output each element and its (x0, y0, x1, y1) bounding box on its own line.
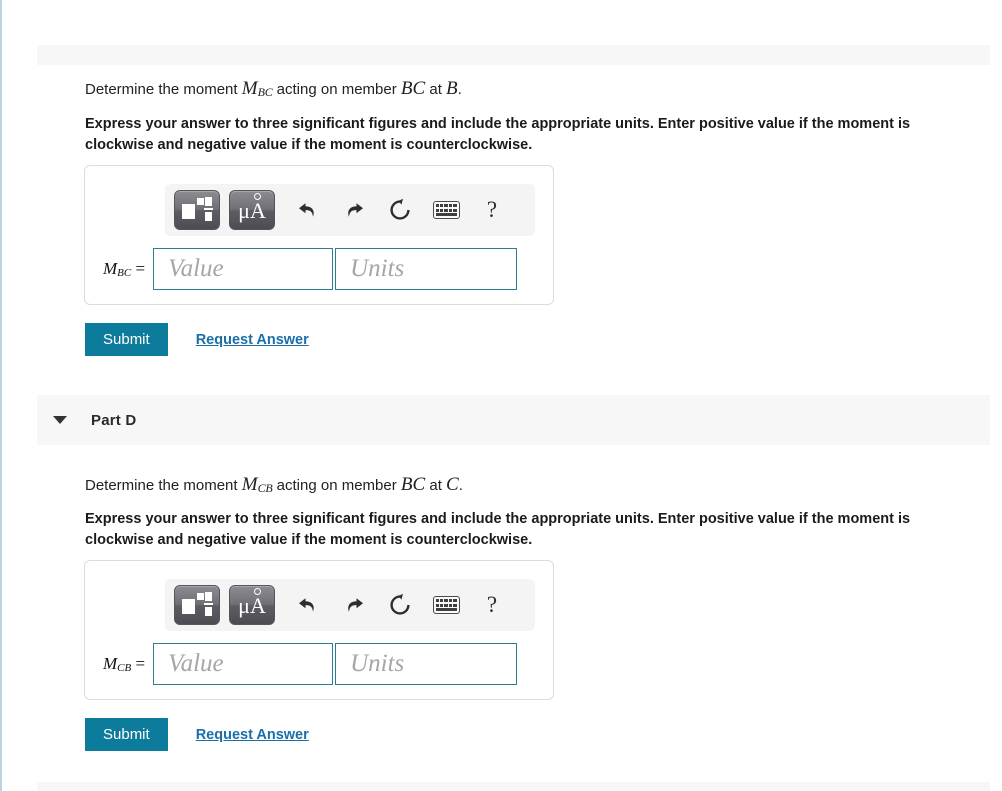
undo-icon (299, 203, 314, 217)
answer-box-part-c: μA ? MBC = Value Units (84, 165, 554, 305)
question-period: . (458, 477, 463, 494)
question-text-part-c: Determine the moment MBC acting on membe… (85, 78, 462, 100)
page-frame: Determine the moment MBC acting on membe… (0, 0, 1002, 791)
submit-button-part-d[interactable]: Submit (85, 718, 168, 751)
help-button[interactable]: ? (469, 191, 515, 229)
units-placeholder: Units (350, 650, 405, 677)
redo-icon (348, 598, 363, 612)
units-button[interactable]: μA (229, 585, 275, 625)
undo-button[interactable] (285, 586, 331, 624)
micro-angstrom-icon: μA (238, 193, 266, 222)
math-template-button[interactable] (174, 585, 220, 625)
instruction-text-part-c: Express your answer to three significant… (85, 116, 911, 153)
units-button[interactable]: μA (229, 190, 275, 230)
moment-symbol: MBC (241, 78, 273, 99)
answer-input-row-part-d: MCB = Value Units (103, 643, 518, 685)
undo-button[interactable] (285, 191, 331, 229)
question-middle: acting on member (272, 477, 401, 494)
answer-label-part-c: MBC = (103, 259, 146, 279)
units-input-part-c[interactable]: Units (335, 248, 518, 290)
answer-label-part-d: MCB = (103, 654, 146, 674)
question-at: at (425, 477, 447, 494)
math-template-icon (182, 592, 213, 618)
member-symbol: BC (400, 78, 426, 99)
point-symbol: C (446, 474, 459, 495)
help-button[interactable]: ? (469, 586, 515, 624)
question-at: at (425, 81, 447, 98)
point-symbol: B (446, 78, 458, 99)
part-d-header[interactable]: Part D (37, 395, 990, 445)
caret-down-icon[interactable] (53, 416, 67, 424)
keyboard-button[interactable] (423, 586, 469, 624)
micro-angstrom-icon: μA (238, 588, 266, 617)
math-template-button[interactable] (174, 190, 220, 230)
math-template-icon (182, 197, 213, 223)
units-placeholder: Units (350, 255, 405, 282)
bottom-section-band (37, 782, 990, 791)
question-prefix: Determine the moment (85, 81, 242, 98)
instruction-text-part-d: Express your answer to three significant… (85, 511, 911, 548)
keyboard-icon (432, 596, 460, 614)
math-toolbar-part-c: μA ? (165, 184, 535, 236)
units-input-part-d[interactable]: Units (335, 643, 518, 685)
moment-symbol: MCB (241, 474, 273, 495)
redo-button[interactable] (331, 586, 377, 624)
value-input-part-c[interactable]: Value (153, 248, 334, 290)
question-text-part-d: Determine the moment MCB acting on membe… (85, 474, 463, 496)
part-d-title: Part D (91, 411, 137, 429)
actions-row-part-c: Submit Request Answer (85, 323, 309, 356)
request-answer-link-part-d[interactable]: Request Answer (196, 727, 309, 743)
answer-input-row-part-c: MBC = Value Units (103, 248, 518, 290)
reset-button[interactable] (377, 191, 423, 229)
actions-row-part-d: Submit Request Answer (85, 718, 309, 751)
value-input-part-d[interactable]: Value (153, 643, 334, 685)
math-toolbar-part-d: μA ? (165, 579, 535, 631)
reset-circular-arrow-icon (390, 593, 410, 615)
question-prefix: Determine the moment (85, 477, 242, 494)
answer-box-part-d: μA ? MCB = Value Units (84, 560, 554, 700)
submit-button-part-c[interactable]: Submit (85, 323, 168, 356)
value-placeholder: Value (168, 255, 224, 282)
request-answer-link-part-c[interactable]: Request Answer (196, 332, 309, 348)
redo-icon (348, 203, 363, 217)
question-mark-icon: ? (486, 197, 498, 222)
top-section-band (37, 45, 990, 65)
reset-circular-arrow-icon (390, 198, 410, 220)
keyboard-button[interactable] (423, 191, 469, 229)
question-period: . (457, 81, 462, 98)
question-middle: acting on member (272, 81, 401, 98)
redo-button[interactable] (331, 191, 377, 229)
undo-icon (299, 598, 314, 612)
member-symbol: BC (400, 474, 426, 495)
value-placeholder: Value (168, 650, 224, 677)
reset-button[interactable] (377, 586, 423, 624)
keyboard-icon (432, 201, 460, 219)
question-mark-icon: ? (486, 592, 498, 617)
